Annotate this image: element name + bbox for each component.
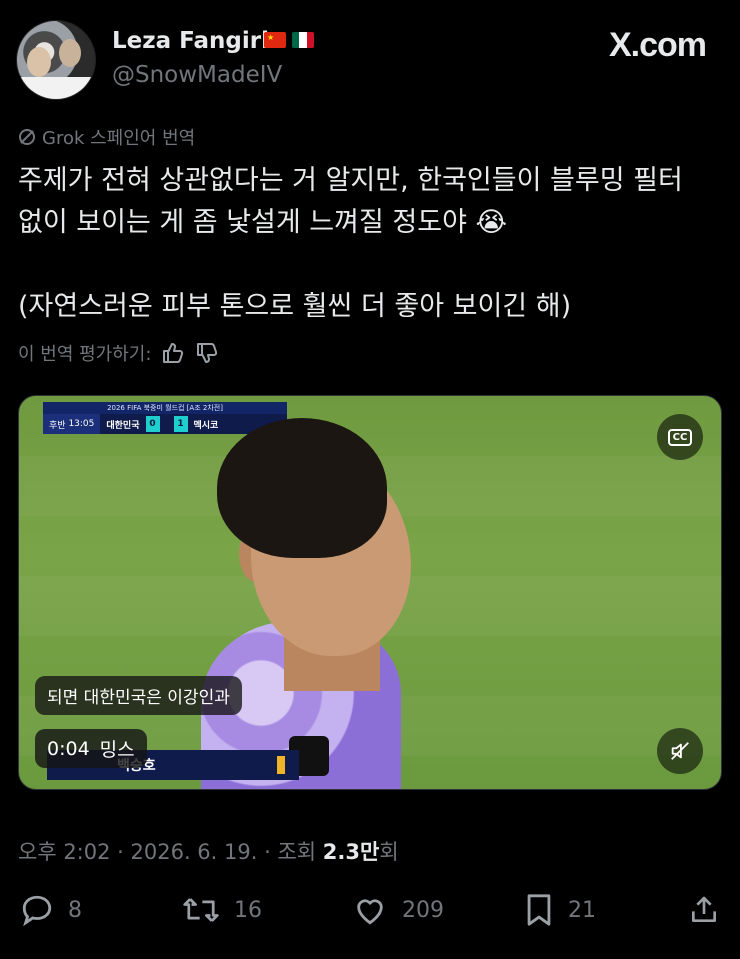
tweet-header: Leza Fangirl ★ @SnowMadeIV X.com [0,0,740,110]
thumbs-up-icon[interactable] [161,341,185,365]
closed-captions-button[interactable]: CC [657,414,703,460]
tweet-text: 주제가 전혀 상관없다는 거 알지만, 한국인들이 블루밍 필터 없이 보이는 … [18,160,718,328]
bookmark-count: 21 [568,897,596,923]
match-title: 2026 FIFA 북중미 월드컵 [A조 2차전] [43,402,287,414]
views-count: 2.3만 [322,840,380,864]
like-count: 209 [402,897,444,923]
repost-button[interactable]: 16 [182,893,262,927]
share-icon [692,896,716,922]
home-team: 대한민국 [106,420,140,431]
mute-button[interactable] [657,728,703,774]
cc-icon: CC [667,428,693,446]
action-bar: 8 16 209 21 [0,893,740,937]
elapsed-time: 0:04 [47,737,90,760]
translation-notice: Grok 스페인어 번역 [18,124,195,150]
match-period: 후반 [49,420,66,431]
post-date[interactable]: 2026. 6. 19. [131,840,258,864]
tweet-meta: 오후 2:02 · 2026. 6. 19. · 조회 2.3만회 [18,840,399,864]
scoreboard-overlay: 2026 FIFA 북중미 월드컵 [A조 2차전] 후반 13:05 대한민국… [43,402,287,434]
share-button[interactable] [688,893,720,927]
china-flag-icon: ★ [264,32,286,48]
uploader-label: 밍스 [99,739,135,761]
subtitle-caption: 되면 대한민국은 이강인과 [35,676,242,715]
grok-icon [19,129,35,145]
display-name[interactable]: Leza Fangirl [112,28,269,54]
translation-label: Grok 스페인어 번역 [42,128,196,149]
tweet-line: 주제가 전혀 상관없다는 거 알지만, 한국인들이 블루밍 필터 [18,165,683,196]
reply-button[interactable]: 8 [20,893,82,927]
speaker-muted-icon [671,742,689,760]
away-score: 1 [173,416,188,432]
bookmark-button[interactable]: 21 [524,893,596,927]
like-button[interactable]: 209 [352,893,444,927]
translation-rating: 이 번역 평가하기: [18,340,219,366]
reply-count: 8 [68,897,82,923]
repost-count: 16 [234,897,262,923]
mexico-flag-icon [292,32,314,48]
flag-emojis: ★ [264,32,314,48]
heart-icon [357,899,383,925]
bookmark-icon [527,894,551,926]
repost-icon [183,898,219,922]
tweet-line: (자연스러운 피부 톤으로 훨씬 더 좋아 보이긴 해) [18,291,572,322]
x-com-watermark: X.com [608,26,707,64]
post-time[interactable]: 오후 2:02 [18,840,110,864]
rate-translation-label: 이 번역 평가하기: [18,344,152,365]
thumbs-down-icon[interactable] [195,341,219,365]
avatar[interactable] [16,20,96,100]
views-suffix: 회 [379,840,399,864]
views-label: 조회 [277,840,317,864]
home-score: 0 [145,416,160,432]
video-player[interactable]: 2026 FIFA 북중미 월드컵 [A조 2차전] 후반 13:05 대한민국… [18,395,722,790]
user-handle[interactable]: @SnowMadeIV [112,62,282,88]
video-timestamp: 0:04 밍스 [35,729,147,768]
tweet-line: 없이 보이는 게 좀 낯설게 느껴질 정도야 😭 [18,207,508,238]
match-clock: 13:05 [68,419,95,429]
away-team: 멕시코 [193,420,219,431]
reply-icon [22,895,52,927]
